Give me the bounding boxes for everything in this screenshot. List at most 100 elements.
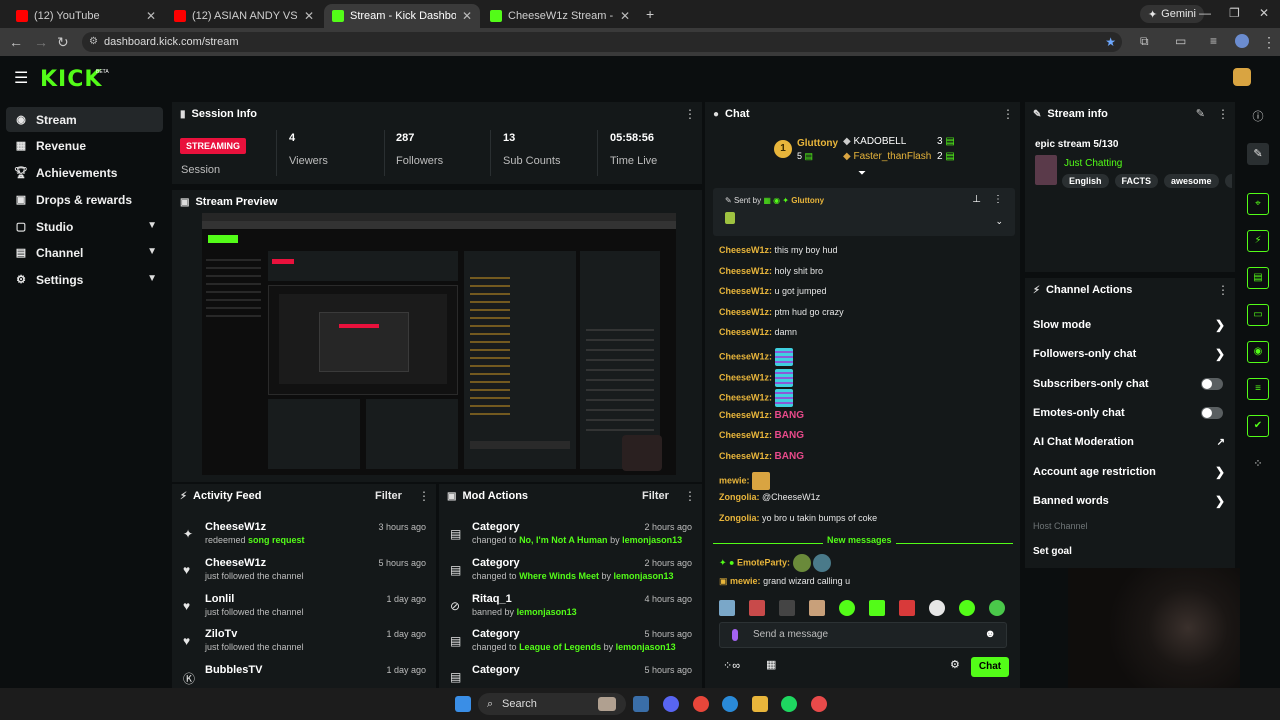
media-icon[interactable]: ≡ [1210,34,1217,48]
wrench-icon[interactable]: ✔ [1247,415,1269,437]
sidebar-item-channel[interactable]: ▤ Channel ▼ [6,240,163,265]
emote-10[interactable] [989,600,1005,616]
list-item[interactable]: ⊘ Ritaq_1 banned by lemonjason13 4 hours… [439,590,702,626]
tab-kick-stream[interactable]: CheeseW1z Stream - Watch Liv ✕ [482,4,638,28]
emote-7[interactable] [899,600,915,616]
spotify-icon[interactable] [781,696,797,712]
chat-message[interactable]: mewie: [719,471,771,490]
emotes-only-toggle[interactable] [1201,407,1223,419]
more-options-icon[interactable]: ⋮ [1217,107,1229,121]
edit-icon[interactable]: ✎ [1247,143,1269,165]
bolt-icon[interactable]: ⚡︎ [1247,230,1269,252]
pinned-message[interactable]: ✎ Sent by ▦ ◉ ✦ Gluttony ⊥ ⋮ ⌄ [713,188,1015,236]
info-icon[interactable]: ⓘ [1247,106,1269,128]
chrome-icon[interactable] [693,696,709,712]
chat-message[interactable]: CheeseW1z: u got jumped [719,286,827,296]
chat-message[interactable]: CheeseW1z: damn [719,327,797,337]
file-explorer-icon[interactable] [752,696,768,712]
close-icon[interactable]: ✕ [146,9,156,23]
edge-icon[interactable] [722,696,738,712]
sidebar-item-settings[interactable]: ⚙ Settings ▼ [6,267,163,292]
extensions-icon[interactable]: ⧉ [1140,34,1149,49]
site-info-icon[interactable]: ⚙ [89,32,98,52]
emote-5[interactable] [839,600,855,616]
chat-message[interactable]: CheeseW1z: BANG [719,451,804,462]
document-icon[interactable]: ▤ [1247,267,1269,289]
chat-message[interactable]: CheeseW1z: holy shit bro [719,266,823,276]
list-icon[interactable]: ≡ [1247,378,1269,400]
reload-icon[interactable]: ↻ [57,34,69,51]
emote-1[interactable] [719,600,735,616]
tag[interactable]: English [1062,174,1109,188]
filter-button[interactable]: Filter [642,490,669,502]
chat-send-button[interactable]: Chat [971,657,1009,677]
chat-message[interactable]: CheeseW1z: [719,389,793,408]
leaderboard-entry[interactable]: ◆ KADOBELL [843,136,906,147]
more-options-icon[interactable]: ⋮ [993,194,1003,205]
url-field[interactable]: ⚙ dashboard.kick.com/stream ★ [82,32,1122,52]
emote-4[interactable] [809,600,825,616]
tag[interactable]: cons [1224,174,1232,188]
list-item[interactable]: ♥ ZiloTv just followed the channel 1 day… [172,625,436,661]
app-icon[interactable] [811,696,827,712]
chat-message[interactable]: CheeseW1z: BANG [719,430,804,441]
chat-message[interactable]: CheeseW1z: ptm hud go crazy [719,307,844,317]
kick-points-icon[interactable]: ⁘∞ [723,659,740,672]
chat-message[interactable]: CheeseW1z: this my boy hud [719,245,838,255]
emote-6[interactable] [869,600,885,616]
sidebar-item-drops[interactable]: ▣ Drops & rewards [6,187,163,212]
set-goal-button[interactable]: Set goal [1033,546,1072,557]
sidebar-item-revenue[interactable]: ▦ Revenue [6,133,163,158]
slow-mode-row[interactable]: Slow mode ❯ [1033,315,1225,335]
list-item[interactable]: ♥ CheeseW1z just followed the channel 5 … [172,554,436,590]
collapse-icon[interactable]: ⏷ [858,168,866,179]
gemini-button[interactable]: ✦ Gemini [1139,5,1204,23]
banned-words-row[interactable]: Banned words ❯ [1033,491,1225,511]
sidebar-item-stream[interactable]: ◉ Stream [6,107,163,132]
emoji-icon[interactable]: ☻ [984,628,996,640]
list-item[interactable]: ✦ CheeseW1z redeemed song request 3 hour… [172,518,436,554]
taskbar-search[interactable]: ⌕ Search [478,693,626,715]
emote-8[interactable] [929,600,945,616]
list-item[interactable]: ▤ Category 5 hours ago [439,661,702,688]
close-icon[interactable]: ✕ [304,9,314,23]
chat-message[interactable]: Zongolia: yo bro u takin bumps of coke [719,513,877,523]
chevron-down-icon[interactable]: ⌄ [995,216,1003,227]
cast-icon[interactable]: ▭ [1175,34,1186,48]
more-options-icon[interactable]: ⋮ [1217,283,1229,297]
chat-message[interactable]: Zongolia: @CheeseW1z [719,492,820,502]
store-icon[interactable]: ▦ [766,658,776,671]
leaderboard-entry[interactable]: ◆ Faster_thanFlash [843,151,931,162]
chat-message[interactable]: ✦ ● EmoteParty: [719,554,832,572]
tab-kick-dashboard[interactable]: Stream - Kick Dashboard ✕ [324,4,480,28]
chat-input-box[interactable]: Send a message ☻ [719,622,1007,648]
list-item[interactable]: Ⓚ BubblesTV 1 day ago [172,661,436,688]
new-tab-button[interactable]: + [646,6,654,22]
emote-3[interactable] [779,600,795,616]
top-gifter-name[interactable]: Gluttony [797,138,838,149]
minimize-icon[interactable]: — [1199,6,1211,20]
more-options-icon[interactable]: ⋮ [684,489,696,503]
close-icon[interactable]: ✕ [620,9,630,23]
edit-icon[interactable]: ✎ [1196,107,1205,120]
sidebar-item-studio[interactable]: ▢ Studio ▼ [6,214,163,239]
filter-button[interactable]: Filter [375,490,402,502]
forward-icon[interactable]: → [34,34,48,50]
list-item[interactable]: ▤ Category changed to League of Legends … [439,625,702,661]
hamburger-icon[interactable]: ☰ [14,68,28,88]
chat-message[interactable]: ▣ mewie: grand wizard calling u [719,576,850,587]
discord-icon[interactable] [663,696,679,712]
list-item[interactable]: ♥ Lonlil just followed the channel 1 day… [172,590,436,626]
tag[interactable]: FACTS [1114,174,1159,188]
kick-logo[interactable]: KICK [40,67,102,92]
ai-moderation-row[interactable]: AI Chat Moderation ↗ [1033,432,1225,452]
emote-2[interactable] [749,600,765,616]
account-age-row[interactable]: Account age restriction ❯ [1033,462,1225,482]
emote-9[interactable] [959,600,975,616]
subscribers-only-toggle[interactable] [1201,378,1223,390]
chat-bubble-icon[interactable]: ▭ [1247,304,1269,326]
bookmark-star-icon[interactable]: ★ [1105,32,1116,52]
chat-message[interactable]: CheeseW1z: BANG [719,410,804,421]
chat-message[interactable]: CheeseW1z: [719,348,793,366]
stream-preview-video[interactable] [202,213,676,475]
